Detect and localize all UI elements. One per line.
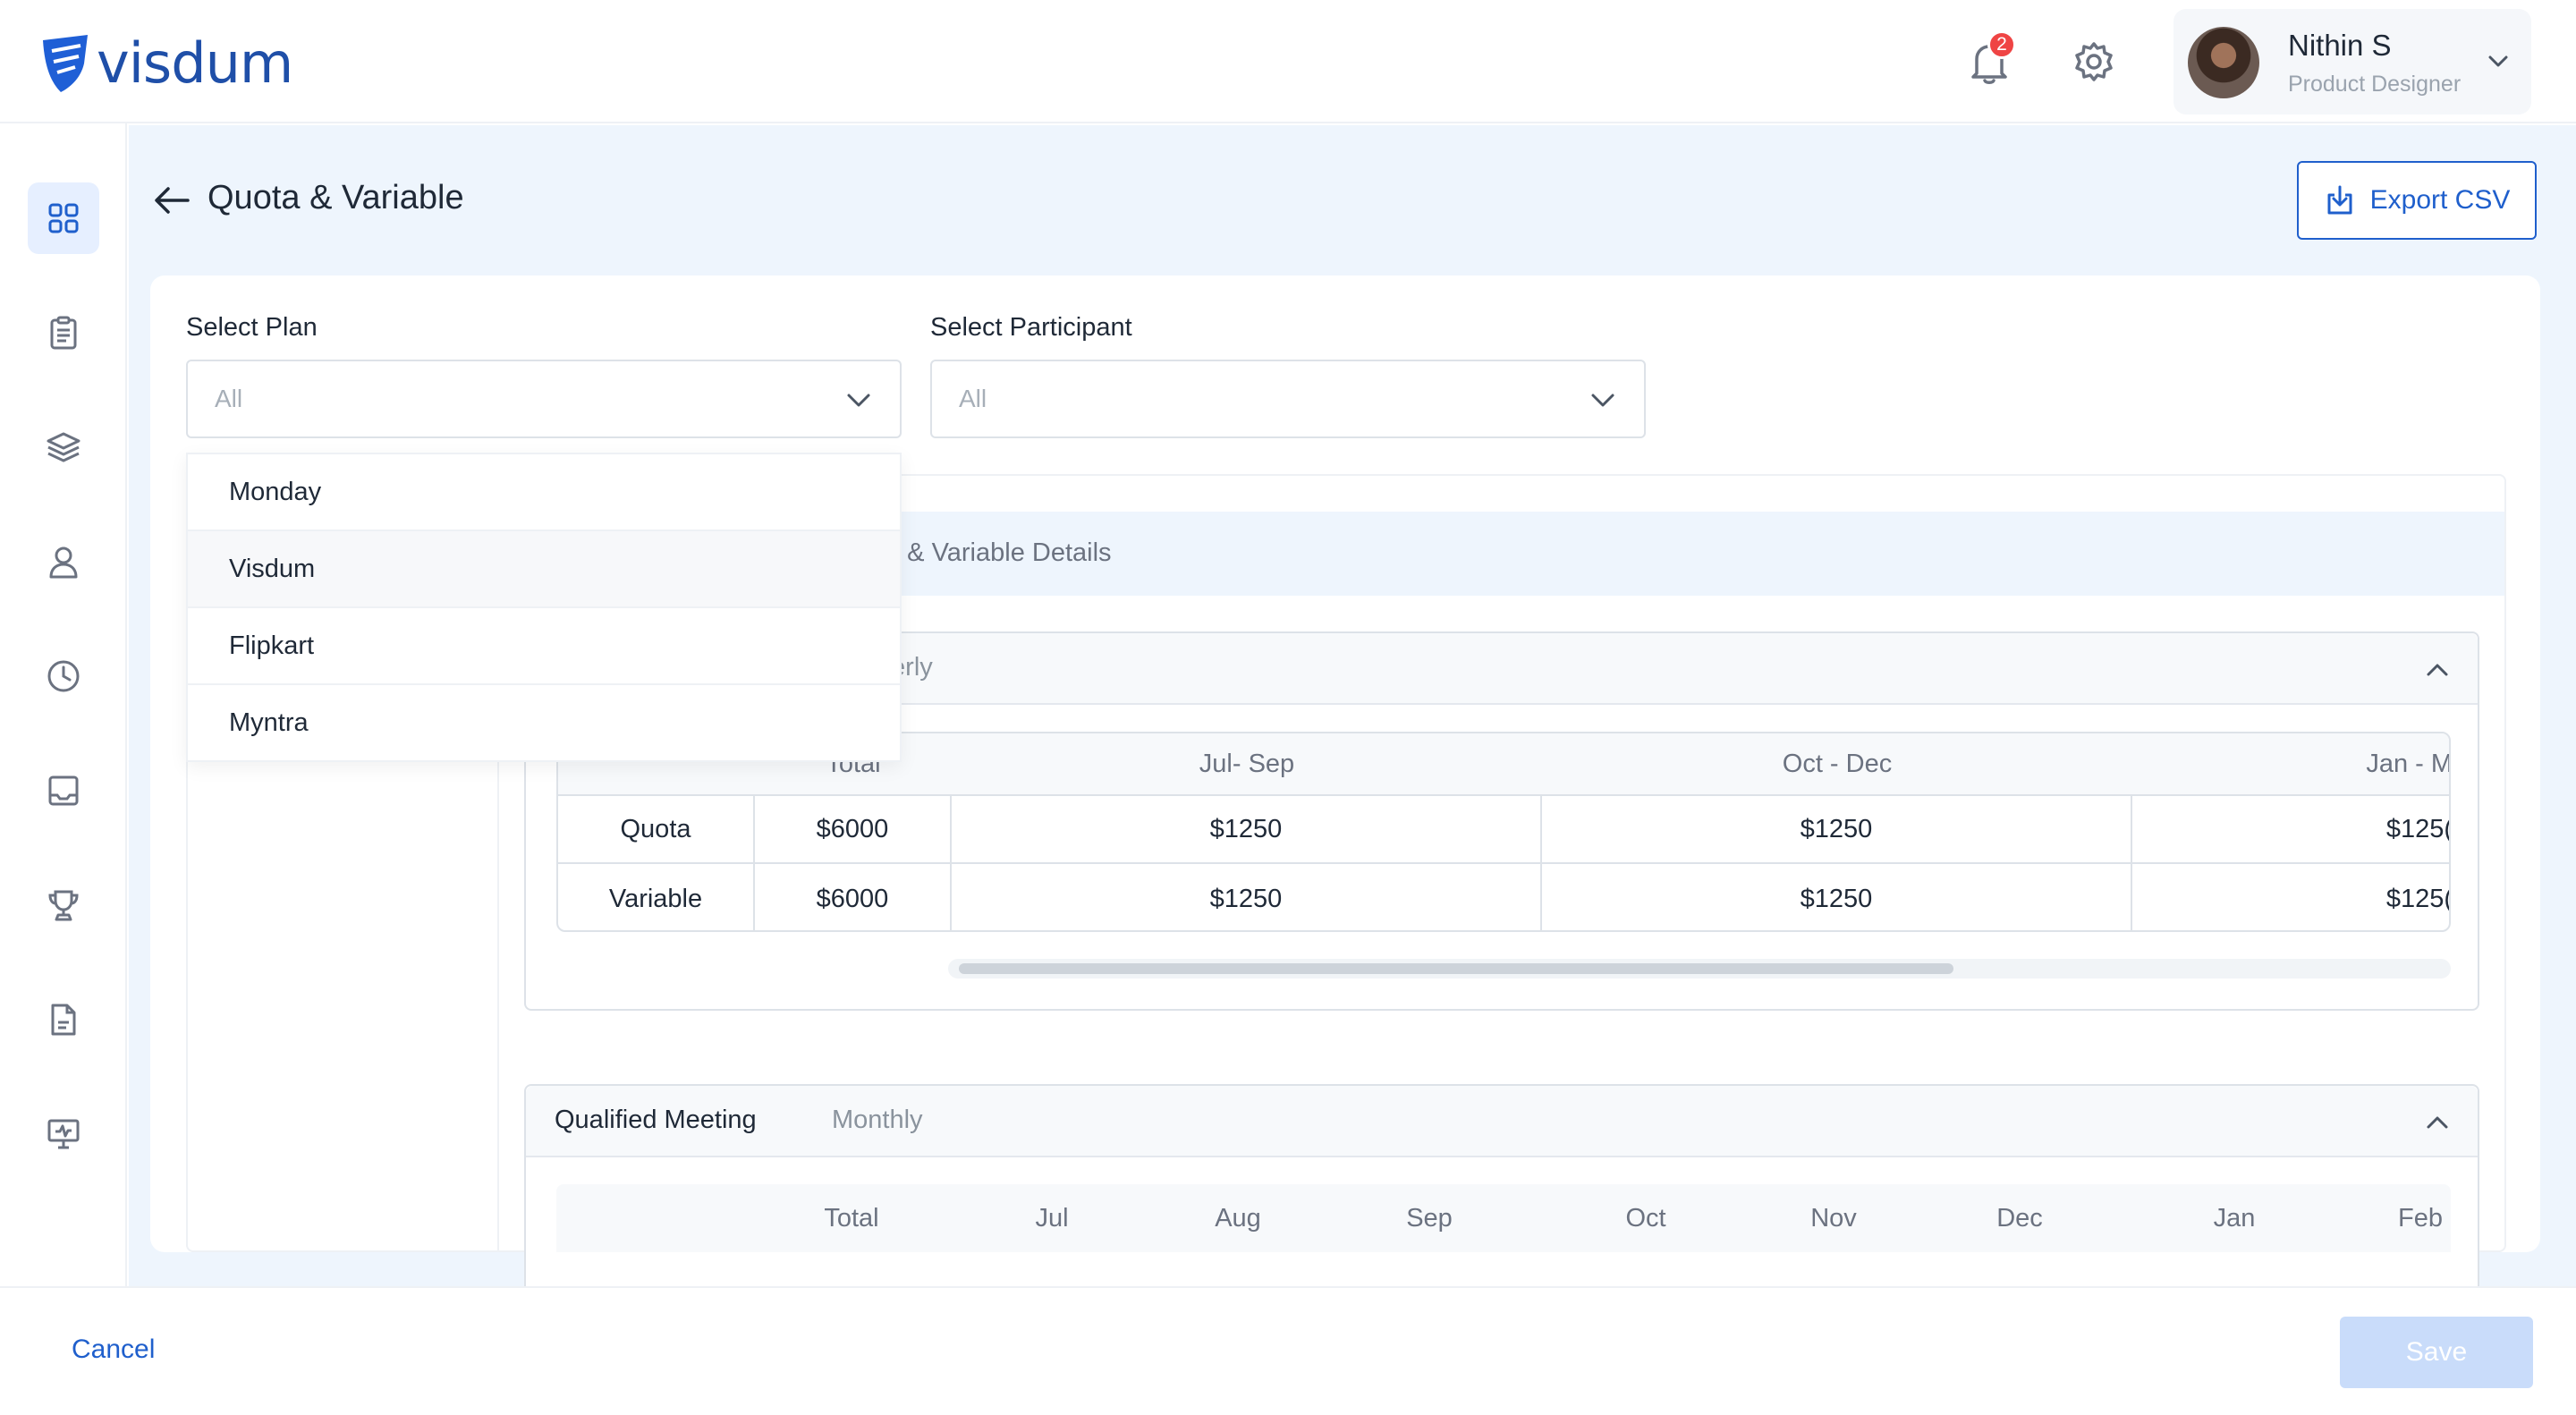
chevron-down-icon [847,394,870,407]
layers-icon [47,432,80,462]
col-q3: Jan - M [2366,749,2451,778]
dropdown-option-myntra[interactable]: Myntra [188,685,900,762]
export-csv-button[interactable]: Export CSV [2297,161,2537,240]
user-role: Product Designer [2288,72,2462,97]
sidebar-item-monitor[interactable] [28,1098,99,1170]
qualified-meeting-card: Qualified Meeting Monthly Total Jul Aug … [524,1084,2479,1299]
row-total: $6000 [755,864,952,930]
qualified-meeting-title: Qualified Meeting [555,1106,757,1134]
footer-bar: Cancel Save [0,1286,2576,1415]
back-arrow-icon[interactable] [152,181,191,220]
qualified-meeting-period: Monthly [832,1106,923,1134]
col-month: Aug [1215,1204,1261,1233]
row-cell: $125( [2385,814,2451,843]
user-name: Nithin S [2288,29,2392,62]
select-plan-value: All [215,385,243,412]
user-icon [49,547,78,579]
horizontal-scrollbar[interactable] [948,959,2451,979]
col-month: Nov [1810,1204,1857,1233]
download-icon [2327,185,2352,215]
clock-icon [47,660,80,692]
col-month: Oct [1625,1204,1666,1233]
dropdown-option-flipkart[interactable]: Flipkart [188,608,900,685]
row-cell: $125( [2385,884,2451,913]
logo[interactable]: visdum [39,30,293,96]
select-plan-label: Select Plan [186,313,318,342]
row-total: $6000 [755,796,952,862]
page-title: Quota & Variable [208,179,464,216]
row-cell: $1250 [1542,796,2132,862]
col-q1: Jul- Sep [1199,749,1295,778]
monitor-icon [47,1119,80,1149]
details-title: a & Variable Details [886,538,1112,567]
col-total: Total [824,1204,879,1233]
row-cell: $1250 [1542,864,2132,930]
avatar [2188,27,2259,98]
brand-name: visdum [97,30,293,96]
plan-dropdown-menu: Monday Visdum Flipkart Myntra [186,453,902,762]
col-month: Jan [2213,1204,2256,1233]
export-csv-label: Export CSV [2369,185,2511,215]
scrollbar-thumb[interactable] [959,963,1953,974]
chevron-up-icon[interactable] [2424,657,2451,683]
select-participant-value: All [959,385,987,412]
sidebar-item-inbox[interactable] [28,755,99,826]
sidebar-item-dashboard[interactable] [28,182,99,254]
gear-icon[interactable] [2073,41,2114,82]
sidebar-item-documents[interactable] [28,984,99,1055]
cancel-button[interactable]: Cancel [72,1335,155,1365]
sidebar-item-layers[interactable] [28,411,99,483]
qualified-meeting-header[interactable]: Qualified Meeting Monthly [526,1086,2478,1157]
col-month: Sep [1406,1204,1453,1233]
option-label: Monday [229,478,322,506]
monthly-table-header: Total Jul Aug Sep Oct Nov Dec Jan Feb [556,1184,2451,1252]
sidebar-item-users[interactable] [28,526,99,597]
option-label: Myntra [229,708,309,737]
chevron-down-icon [1591,394,1614,407]
dropdown-option-visdum[interactable]: Visdum [188,531,900,608]
trophy-icon [48,890,79,921]
select-participant-label: Select Participant [930,313,1132,342]
table-row: Quota $6000 $1250 $1250 $125( [558,796,2449,864]
row-label: Variable [558,864,755,930]
row-cell: $1250 [952,864,1542,930]
sidebar-item-achievements[interactable] [28,869,99,941]
col-month: Feb [2398,1204,2443,1233]
notification-badge: 2 [1987,30,2016,59]
col-month: Jul [1035,1204,1069,1233]
table-row: Variable $6000 $1250 $1250 $125( [558,864,2451,930]
option-label: Flipkart [229,631,315,660]
select-plan-dropdown[interactable]: All [186,360,902,438]
clipboard-icon [50,316,77,350]
option-label: Visdum [229,555,316,583]
shield-logo-icon [43,34,88,92]
user-profile-menu[interactable]: Nithin S Product Designer [2174,9,2531,114]
chevron-up-icon[interactable] [2424,1109,2451,1136]
select-participant-dropdown[interactable]: All [930,360,1646,438]
sidebar-item-plans[interactable] [28,297,99,369]
sidebar-item-history[interactable] [28,640,99,712]
row-cell: $1250 [952,796,1542,862]
grid-icon [48,203,79,233]
save-button[interactable]: Save [2340,1317,2533,1388]
col-month: Dec [1996,1204,2043,1233]
top-bar: visdum 2 Nithin S Product Designer [0,0,2576,123]
col-q2: Oct - Dec [1782,749,1893,778]
chevron-down-icon [2488,55,2508,67]
dropdown-option-monday[interactable]: Monday [188,454,900,531]
document-icon [51,1004,76,1036]
row-label: Quota [558,796,755,862]
sidebar [0,123,127,1286]
inbox-icon [48,775,79,806]
